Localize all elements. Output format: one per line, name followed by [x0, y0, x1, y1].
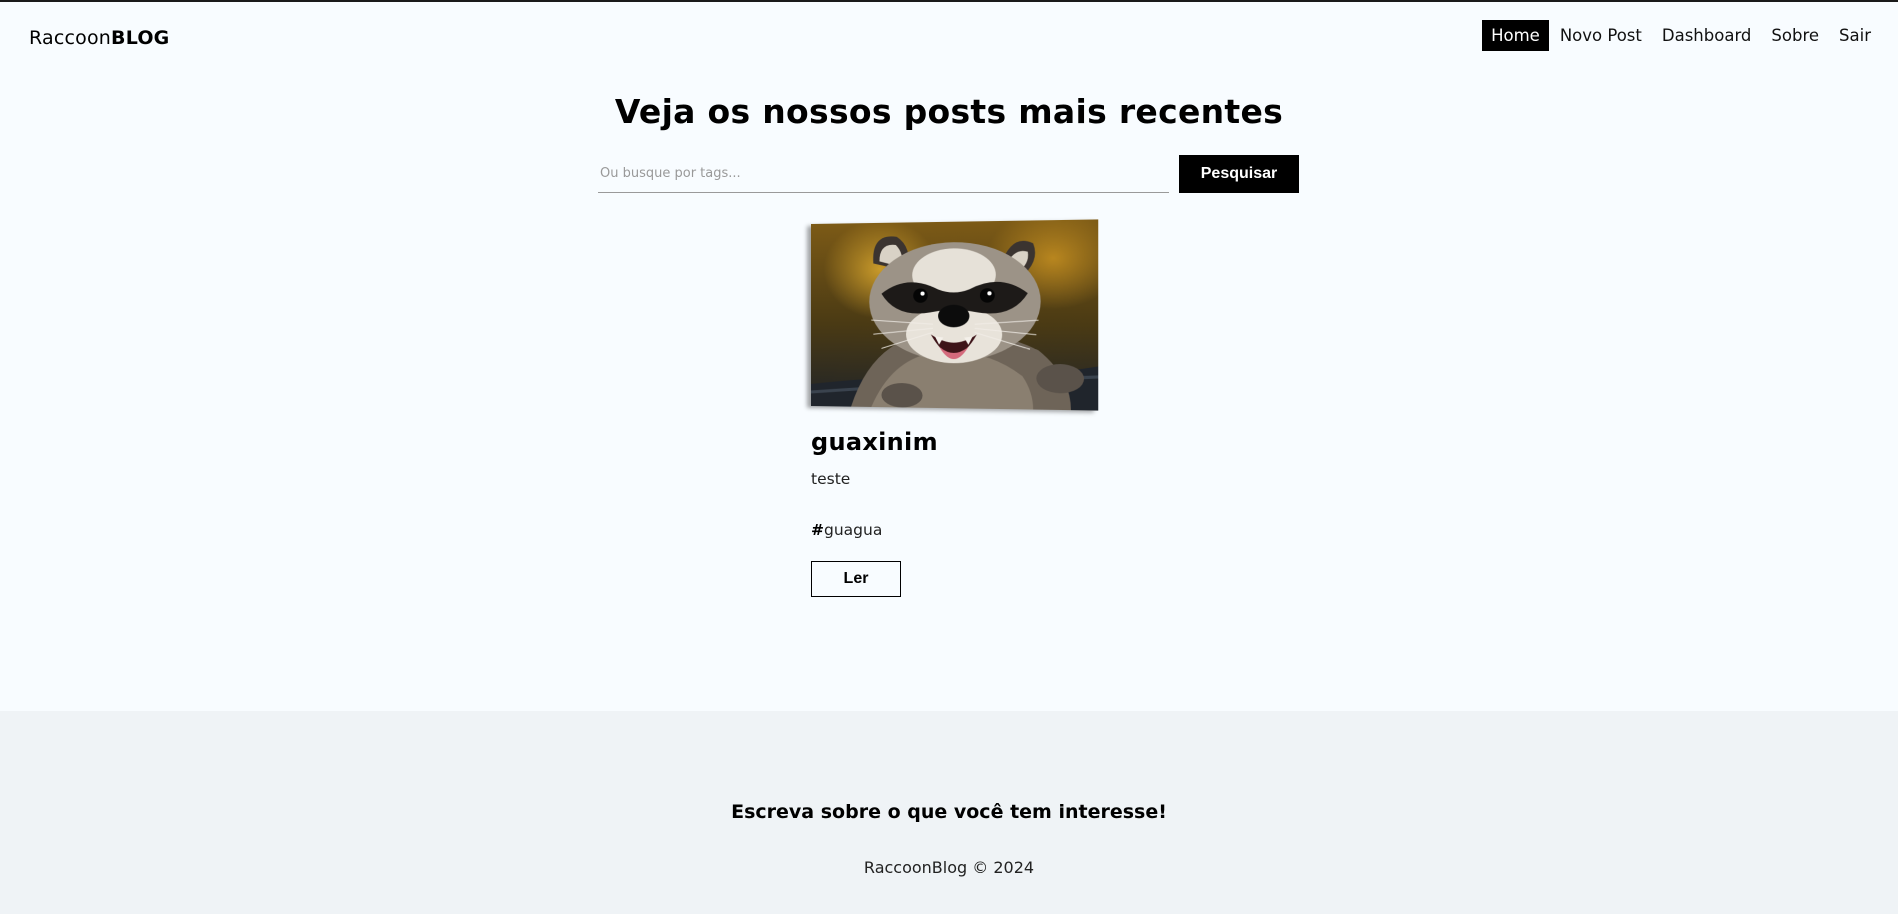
brand-logo[interactable]: RaccoonBLOG [29, 27, 169, 49]
post-body: teste [811, 470, 851, 488]
search-input[interactable] [598, 155, 1169, 193]
post-card: guaxinim teste #guagua Ler [811, 219, 1101, 597]
footer: Escreva sobre o que você tem interesse! … [0, 711, 1898, 914]
navbar: RaccoonBLOG Home Novo Post Dashboard Sob… [0, 2, 1898, 74]
footer-copyright: RaccoonBlog © 2024 [863, 858, 1035, 877]
nav-link-dashboard[interactable]: Dashboard [1653, 20, 1761, 51]
nav-links: Home Novo Post Dashboard Sobre Sair [1480, 20, 1880, 51]
brand-bold: BLOG [111, 27, 170, 49]
page-title: Veja os nossos posts mais recentes [614, 92, 1284, 131]
search-button[interactable]: Pesquisar [1179, 155, 1299, 193]
page: RaccoonBLOG Home Novo Post Dashboard Sob… [0, 0, 1898, 914]
footer-tagline: Escreva sobre o que você tem interesse! [731, 801, 1167, 823]
post-title: guaxinim [811, 428, 938, 456]
brand-light: Raccoon [29, 27, 112, 49]
nav-link-sobre[interactable]: Sobre [1762, 20, 1828, 51]
search-form: Pesquisar [598, 155, 1300, 193]
read-button[interactable]: Ler [811, 561, 901, 597]
post-tag[interactable]: guagua [824, 521, 882, 539]
nav-link-sair[interactable]: Sair [1830, 20, 1880, 51]
post-tags: #guagua [811, 521, 1101, 539]
nav-link-novo-post[interactable]: Novo Post [1551, 20, 1651, 51]
hash-icon: # [811, 521, 824, 539]
raccoon-photo-icon [811, 236, 1099, 411]
post-image [811, 219, 1099, 411]
nav-link-home[interactable]: Home [1482, 20, 1549, 51]
